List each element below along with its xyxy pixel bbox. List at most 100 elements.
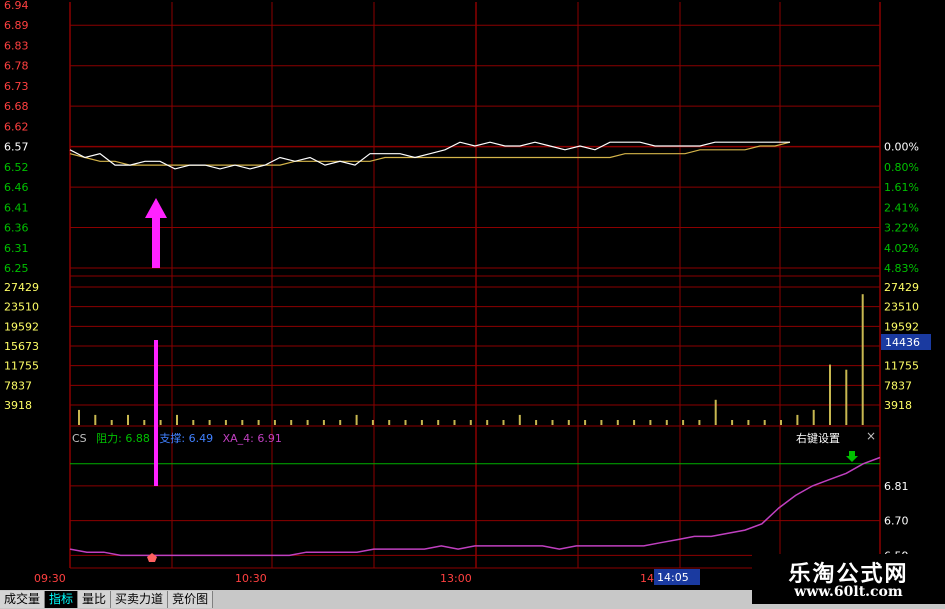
volume-bar [78, 409, 80, 425]
price-axis-left: 6.94 6.89 6.83 6.78 6.73 6.68 6.62 6.57 6.52 6.46… [4, 0, 29, 275]
price-tick-label: 6.46 [4, 181, 29, 194]
tab-auction-chart[interactable]: 竞价图 [168, 591, 214, 608]
volume-bar [584, 420, 587, 425]
volume-bar [845, 369, 848, 425]
volume-bar [567, 420, 570, 425]
volume-bar [224, 420, 227, 425]
volume-tick-label: 23510 [4, 301, 39, 314]
volume-bar [747, 420, 750, 425]
right-click-settings[interactable]: 右键设置 [796, 430, 840, 446]
resistance-label: 阻力: 6.88 [96, 432, 150, 445]
volume-bar [796, 414, 799, 425]
indicator-tick-label: 6.81 [884, 480, 909, 493]
volume-bar [469, 420, 472, 425]
volume-bar [241, 420, 244, 425]
volume-bar [714, 399, 717, 425]
volume-bar [339, 420, 342, 425]
volume-tick-label: 7837 [4, 379, 32, 392]
volume-bar [159, 420, 162, 425]
indicator-axis: 6.816.706.59 [884, 480, 909, 562]
time-tick-label: 14 [640, 572, 654, 585]
percent-tick-label: 0.00% [884, 141, 919, 154]
intraday-chart[interactable]: 6.94 6.89 6.83 6.78 6.73 6.68 6.62 6.57 6.52 6.46… [0, 0, 945, 609]
time-tick-label: 13:00 [440, 572, 472, 585]
volume-bar [290, 420, 293, 425]
volume-bar [502, 420, 505, 425]
watermark: 乐淘公式网 www.60lt.com [752, 554, 945, 604]
time-tick-label: 09:30 [34, 572, 66, 585]
tab-volume[interactable]: 成交量 [0, 591, 46, 608]
volume-bar [404, 420, 407, 425]
volume-tick-label-right: 23510 [884, 301, 919, 314]
support-label: 支撑: 6.49 [159, 432, 214, 445]
volume-bar [192, 420, 195, 425]
volume-tick-label-right: 3918 [884, 399, 912, 412]
time-cursor-label: 14:05 [657, 571, 689, 584]
volume-bar [322, 420, 325, 425]
price-tick-label: 6.94 [4, 0, 29, 12]
volume-bar [273, 420, 276, 425]
price-tick-label: 6.52 [4, 161, 29, 174]
volume-bar [388, 420, 391, 425]
volume-tick-label-right: 11755 [884, 360, 919, 373]
volume-bar [616, 420, 619, 425]
price-tick-label: 6.78 [4, 60, 29, 73]
volume-tick-label: 11755 [4, 360, 39, 373]
watermark-url: www.60lt.com [794, 584, 903, 600]
chart-grid [70, 24, 880, 569]
volume-bar [812, 409, 815, 425]
volume-tick-label-right: 19592 [884, 320, 919, 333]
price-tick-label: 6.68 [4, 100, 29, 113]
time-axis: 09:30 10:30 13:00 14 [34, 572, 654, 585]
price-tick-label: 6.36 [4, 222, 29, 235]
price-tick-label: 6.25 [4, 262, 29, 275]
volume-bar [633, 420, 636, 425]
percent-tick-label: 4.83% [884, 262, 919, 275]
volume-tick-label-right: 27429 [884, 281, 919, 294]
volume-tick-label: 15673 [4, 340, 39, 353]
volume-bar [94, 414, 97, 425]
volume-bar [437, 420, 440, 425]
price-tick-label: 6.57 [4, 141, 29, 154]
xa4-label: XA_4: 6.91 [222, 432, 282, 445]
volume-bar [453, 420, 456, 425]
down-signal-icon [846, 451, 858, 462]
percent-tick-label: 0.80% [884, 161, 919, 174]
volume-tick-label: 27429 [4, 281, 39, 294]
percent-tick-label: 2.41% [884, 201, 919, 214]
percent-tick-label: 1.61% [884, 181, 919, 194]
price-tick-label: 6.73 [4, 80, 29, 93]
volume-bar [535, 420, 538, 425]
indicator-name: CS [72, 432, 87, 445]
price-tick-label: 6.62 [4, 120, 29, 133]
indicator-line [69, 456, 881, 557]
volume-bar [551, 420, 554, 425]
time-tick-label: 10:30 [235, 572, 267, 585]
volume-bar [355, 414, 358, 425]
volume-bar [665, 420, 668, 425]
price-tick-label: 6.83 [4, 39, 29, 52]
price-tick-label: 6.41 [4, 201, 29, 214]
tab-buy-sell-power[interactable]: 买卖力道 [111, 591, 169, 608]
volume-bar [600, 420, 603, 425]
volume-bar [176, 414, 178, 425]
indicator-tick-label: 6.70 [884, 515, 909, 528]
volume-tick-label: 3918 [4, 399, 32, 412]
arrow-shaft [154, 340, 158, 486]
volume-bar [486, 420, 489, 425]
current-volume-value: 14436 [885, 336, 920, 349]
price-tick-label: 6.31 [4, 242, 29, 255]
tab-indicator[interactable]: 指标 [45, 591, 79, 608]
percent-tick-label: 3.22% [884, 222, 919, 235]
up-arrow-annotation [145, 198, 167, 268]
vertical-grid [0, 0, 945, 568]
volume-tick-label-right: 7837 [884, 379, 912, 392]
volume-bar [649, 420, 652, 425]
percent-tick-label: 4.02% [884, 242, 919, 255]
volume-bar [518, 414, 521, 425]
close-icon[interactable]: × [866, 429, 876, 443]
buy-signal-icon [147, 553, 157, 562]
volume-axis-left: 27429 23510 19592 15673 11755 7837 3918 [4, 281, 39, 412]
tab-volume-ratio[interactable]: 量比 [78, 591, 112, 608]
volume-bar [698, 420, 701, 425]
